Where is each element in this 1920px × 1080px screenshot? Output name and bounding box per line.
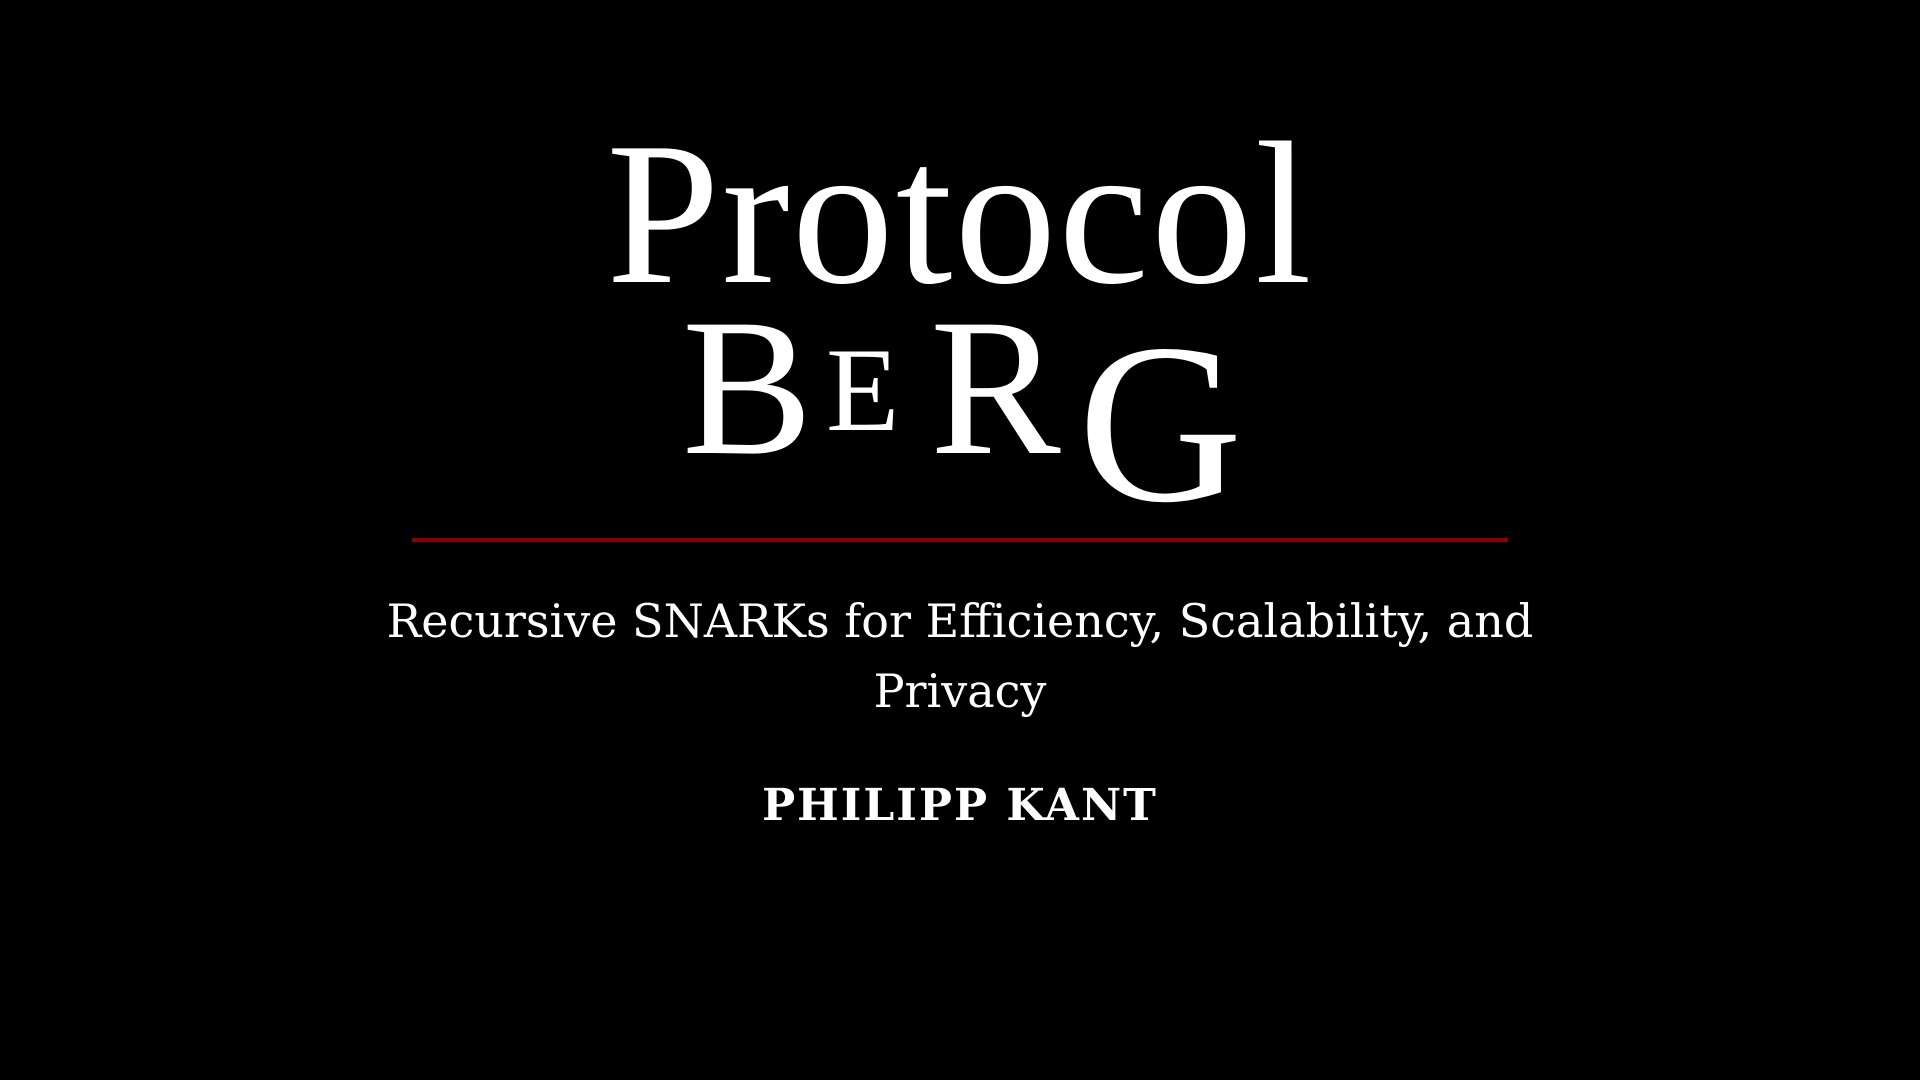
logo-berg-letter-e: E <box>826 323 900 456</box>
logo-berg-letter-b: B <box>682 279 813 496</box>
divider-line <box>412 538 1508 542</box>
speaker-name: PHILIPP KANT <box>762 780 1158 831</box>
logo-berg-letter-r: R <box>930 279 1061 496</box>
protocol-berg-logo: Protocol B E R G <box>0 0 1920 539</box>
logo-berg-word: B E R G <box>0 279 1920 539</box>
talk-title: Recursive SNARKs for Efficiency, Scalabi… <box>386 594 1534 718</box>
logo-berg-letter-g: G <box>1078 298 1243 550</box>
title-slide: Protocol B E R G Recursive SNARKs for Ef… <box>0 0 1920 1080</box>
